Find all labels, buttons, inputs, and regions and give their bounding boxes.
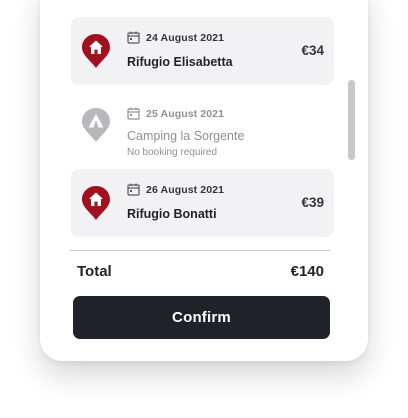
scrollbar-thumb[interactable]	[348, 80, 355, 160]
total-label: Total	[77, 263, 112, 280]
stay-name: Camping la Sorgente	[127, 129, 245, 143]
stay-note: No booking required	[127, 147, 218, 158]
date-row: 24 August 2021	[127, 31, 224, 44]
calendar-icon	[127, 183, 140, 196]
stay-price: €39	[301, 195, 324, 210]
stay-item-rifugio-bonatti[interactable]: 26 August 2021 Rifugio Bonatti €39	[71, 169, 334, 237]
tent-pin-icon	[82, 108, 110, 142]
stay-item-camping-la-sorgente[interactable]: 25 August 2021 Camping la Sorgente No bo…	[71, 97, 334, 158]
total-value: €140	[290, 263, 324, 280]
divider	[70, 250, 330, 251]
stay-name: Rifugio Bonatti	[127, 207, 217, 221]
date-row: 25 August 2021	[127, 107, 224, 120]
date-row: 26 August 2021	[127, 183, 224, 196]
stay-date: 24 August 2021	[146, 31, 225, 44]
stay-date: 26 August 2021	[146, 183, 225, 196]
confirm-button[interactable]: Confirm	[73, 296, 330, 339]
booking-summary-card: 24 August 2021 Rifugio Elisabetta €34 25…	[40, 0, 368, 361]
stay-name: Rifugio Elisabetta	[127, 55, 233, 69]
calendar-icon	[127, 31, 140, 44]
hut-pin-icon	[82, 34, 110, 68]
hut-pin-icon	[82, 186, 110, 220]
stay-price: €34	[301, 43, 324, 58]
stay-item-rifugio-elisabetta[interactable]: 24 August 2021 Rifugio Elisabetta €34	[71, 17, 334, 85]
stay-date: 25 August 2021	[146, 107, 225, 120]
calendar-icon	[127, 107, 140, 120]
